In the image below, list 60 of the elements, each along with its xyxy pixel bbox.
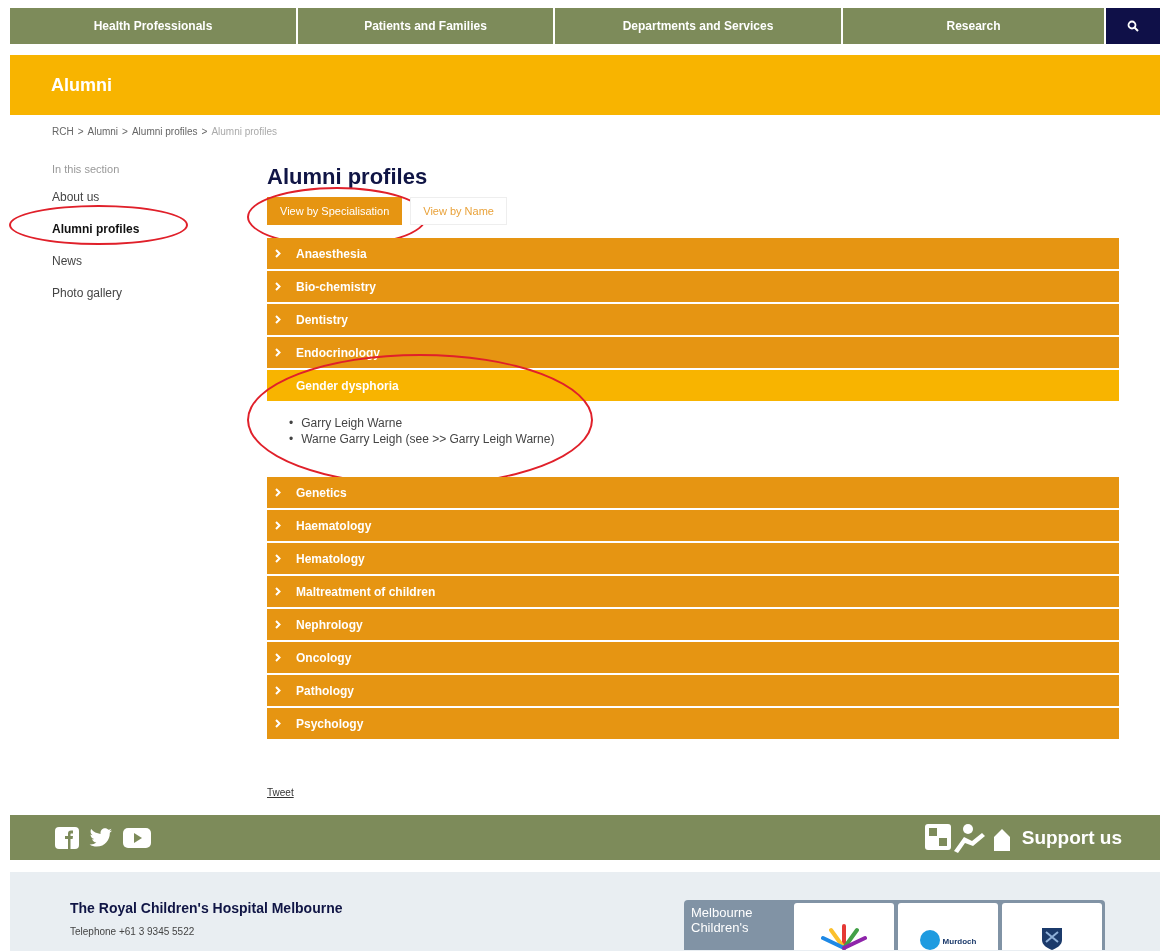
accordion-header[interactable]: Anaesthesia — [267, 238, 1119, 269]
telephone-text: Telephone +61 3 9345 5522 — [70, 926, 196, 937]
tab[interactable]: View by Name — [410, 197, 507, 225]
accordion-header[interactable]: Oncology — [267, 642, 1119, 673]
search-button[interactable] — [1106, 8, 1160, 44]
play-icon[interactable] — [123, 827, 151, 848]
accordion-header[interactable]: Pathology — [267, 675, 1119, 706]
accordion-header[interactable]: Nephrology — [267, 609, 1119, 640]
profile-link[interactable]: Warne Garry Leigh (see >> Garry Leigh Warne) — [301, 431, 555, 447]
sidebar-item[interactable]: Photo gallery — [52, 286, 123, 300]
chevron-right-icon — [275, 348, 281, 357]
banner-title: Alumni — [51, 74, 112, 96]
search-icon — [1127, 20, 1139, 32]
chevron-right-icon — [275, 719, 281, 728]
chevron-right-icon — [275, 653, 281, 662]
chevron-right-icon — [275, 620, 281, 629]
chevron-right-icon — [275, 587, 281, 596]
accordion-header[interactable]: Maltreatment of children — [267, 576, 1119, 607]
crest-logo-icon — [1040, 926, 1064, 950]
accordion-header[interactable]: Hematology — [267, 543, 1119, 574]
nav-link[interactable]: Departments and Services — [555, 8, 841, 44]
breadcrumb-link[interactable]: Alumni — [87, 126, 119, 146]
chevron-right-icon — [275, 521, 281, 530]
accordion-header[interactable]: Psychology — [267, 708, 1119, 739]
tab[interactable]: View by Specialisation — [267, 197, 403, 225]
chevron-right-icon — [275, 488, 281, 497]
breadcrumb-link[interactable]: RCH — [52, 126, 74, 146]
breadcrumb-separator: > — [201, 126, 208, 139]
facebook-icon[interactable] — [55, 826, 79, 849]
bullet: • — [289, 431, 294, 447]
accordion-header[interactable]: Genetics — [267, 477, 1119, 508]
bird-icon[interactable] — [89, 827, 113, 848]
accordion-header[interactable]: Bio-chemistry — [267, 271, 1119, 302]
sidebar-item[interactable]: Alumni profiles — [52, 222, 140, 236]
profile-link[interactable]: Garry Leigh Warne — [301, 415, 403, 431]
chevron-right-icon — [275, 315, 281, 324]
circle-logo-icon — [919, 930, 940, 950]
chevron-right-icon — [275, 686, 281, 695]
nav-link[interactable]: Patients and Families — [298, 8, 553, 44]
nav-link[interactable]: Health Professionals — [10, 8, 296, 44]
organisation-name: The Royal Children's Hospital Melbourne — [70, 900, 343, 916]
sidebar-item[interactable]: About us — [52, 190, 100, 204]
support-us-link[interactable]: Support us — [1021, 826, 1122, 849]
breadcrumb-link[interactable]: Alumni profiles — [131, 126, 198, 146]
breadcrumb-separator: > — [77, 126, 84, 139]
nav-link[interactable]: Research — [843, 8, 1104, 44]
sidebar-heading: In this section — [52, 163, 121, 175]
breadcrumb-separator: > — [122, 126, 128, 139]
accordion-header[interactable]: Haematology — [267, 510, 1119, 541]
page-title: Alumni profiles — [267, 163, 429, 191]
chevron-right-icon — [275, 282, 281, 291]
tweet-link[interactable]: Tweet — [267, 787, 1119, 798]
accordion-header[interactable]: Dentistry — [267, 304, 1119, 335]
campus-label: Melbourne Children's — [690, 904, 754, 937]
bullet: • — [289, 415, 294, 431]
chevron-right-icon — [275, 554, 281, 563]
accordion-header[interactable]: Endocrinology — [267, 337, 1119, 368]
partner-logo-text: Murdoch — [942, 937, 977, 948]
sidebar-item[interactable]: News — [52, 254, 82, 268]
chevron-right-icon — [275, 249, 281, 258]
